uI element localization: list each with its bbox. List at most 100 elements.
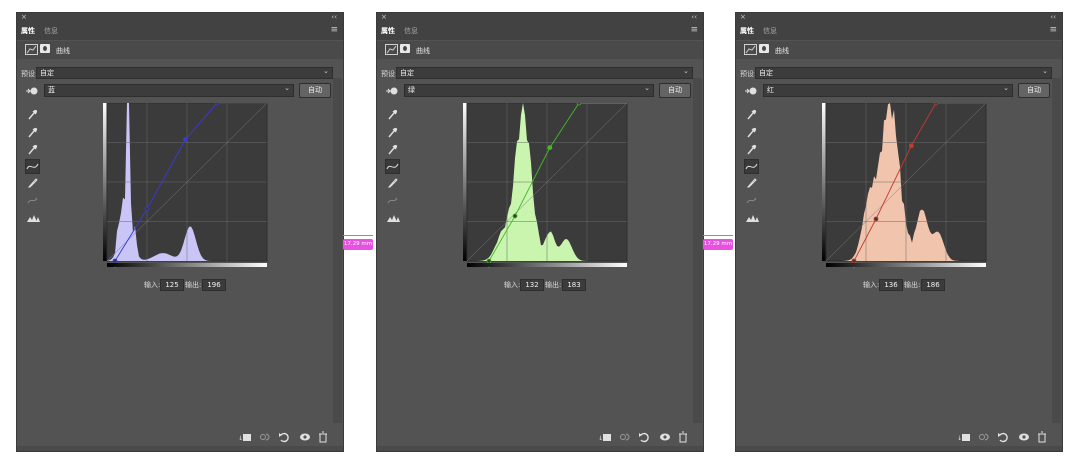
reset-adjustment-icon[interactable] [278,431,290,443]
panel-menu-icon[interactable]: ≡ [690,25,698,35]
clipping-warning-icon[interactable] [27,212,40,223]
panel-scrollbar[interactable] [333,78,342,423]
curves-adjustment-icon[interactable] [25,44,38,55]
auto-button[interactable]: 自动 [659,83,691,98]
close-panel-button[interactable]: × [21,13,27,21]
curves-adjustment-icon[interactable] [385,44,398,55]
clip-to-layer-icon[interactable]: ↓ [957,431,970,443]
tab-info[interactable]: 信息 [404,26,418,36]
targeted-adjustment-hand-icon[interactable] [26,86,38,96]
curves-adjustment-icon[interactable] [744,44,757,55]
gray-point-eyedropper-icon[interactable] [27,127,38,138]
close-panel-button[interactable]: × [740,13,746,21]
reset-adjustment-icon[interactable] [638,431,650,443]
curve-control-point[interactable] [183,137,188,142]
layer-mask-icon[interactable] [759,44,769,53]
curve-control-point[interactable] [144,206,150,212]
edit-points-curve-icon[interactable] [744,159,759,174]
view-previous-state-icon[interactable] [978,431,990,443]
pencil-draw-icon[interactable] [27,177,38,188]
tab-properties[interactable]: 属性 [381,26,395,36]
black-point-eyedropper-icon[interactable] [387,109,398,120]
preset-dropdown[interactable]: 自定 ⌄ [396,67,693,79]
clip-to-layer-icon[interactable]: ↓ [238,431,251,443]
output-value-field[interactable]: 186 [921,279,945,291]
curve-control-point[interactable] [908,143,914,149]
visibility-eye-icon[interactable] [299,431,311,443]
curve-control-point[interactable] [112,258,118,264]
channel-dropdown[interactable]: 蓝 ⌄ [44,84,294,97]
smooth-curve-icon[interactable] [387,195,398,206]
clipping-warning-icon[interactable] [746,212,759,223]
svg-text:↓: ↓ [957,435,962,442]
tab-properties[interactable]: 属性 [21,26,35,36]
black-point-eyedropper-icon[interactable] [27,109,38,120]
panel-scrollbar[interactable] [693,78,702,423]
auto-button[interactable]: 自动 [299,83,331,98]
clipping-warning-icon[interactable] [387,212,400,223]
view-previous-state-icon[interactable] [259,431,271,443]
targeted-adjustment-hand-icon[interactable] [745,86,757,96]
visibility-eye-icon[interactable] [1018,431,1030,443]
curve-control-point[interactable] [873,216,879,222]
output-label: 输出: [545,281,562,289]
close-panel-button[interactable]: × [381,13,387,21]
chevron-down-icon: ⌄ [1042,67,1048,75]
edit-points-curve-icon[interactable] [25,159,40,174]
smooth-curve-icon[interactable] [746,195,757,206]
curve-control-point[interactable] [214,103,220,106]
tab-info[interactable]: 信息 [44,26,58,36]
smooth-curve-icon[interactable] [27,195,38,206]
panel-menu-icon[interactable]: ≡ [330,25,338,35]
delete-trash-icon[interactable] [677,431,689,443]
layer-mask-icon[interactable] [40,44,50,53]
curve-control-point[interactable] [547,145,553,151]
tab-properties[interactable]: 属性 [740,26,754,36]
view-previous-state-icon[interactable] [619,431,631,443]
panel-menu-icon[interactable]: ≡ [1049,25,1057,35]
curve-control-point[interactable] [851,258,857,264]
black-point-eyedropper-icon[interactable] [746,109,757,120]
input-value-field[interactable]: 136 [879,279,903,291]
clip-to-layer-icon[interactable]: ↓ [598,431,611,443]
tab-info[interactable]: 信息 [763,26,777,36]
white-point-eyedropper-icon[interactable] [387,144,398,155]
visibility-eye-icon[interactable] [659,431,671,443]
channel-value: 绿 [408,86,415,94]
curve-control-point[interactable] [933,103,939,106]
targeted-adjustment-hand-icon[interactable] [386,86,398,96]
curves-graph[interactable] [463,103,629,268]
output-value-field[interactable]: 183 [562,279,586,291]
gray-point-eyedropper-icon[interactable] [746,127,757,138]
panel-bottom-edge [736,446,1062,451]
pencil-draw-icon[interactable] [746,177,757,188]
input-value-field[interactable]: 125 [160,279,184,291]
collapse-panel-button[interactable]: ‹‹ [331,13,337,21]
channel-dropdown[interactable]: 红 ⌄ [763,84,1013,97]
curve-control-point[interactable] [576,103,582,106]
preset-dropdown[interactable]: 自定 ⌄ [36,67,333,79]
curve-control-point[interactable] [512,213,518,219]
pencil-draw-icon[interactable] [387,177,398,188]
collapse-panel-button[interactable]: ‹‹ [1050,13,1056,21]
delete-trash-icon[interactable] [1036,431,1048,443]
curves-graph[interactable] [822,103,988,268]
panel-titlebar: × ‹‹ [17,13,343,23]
channel-dropdown[interactable]: 绿 ⌄ [404,84,654,97]
chevron-down-icon: ⌄ [284,84,290,92]
gray-point-eyedropper-icon[interactable] [387,127,398,138]
auto-button[interactable]: 自动 [1018,83,1050,98]
output-value-field[interactable]: 196 [202,279,226,291]
collapse-panel-button[interactable]: ‹‹ [691,13,697,21]
curve-control-point[interactable] [486,258,492,264]
preset-dropdown[interactable]: 自定 ⌄ [755,67,1052,79]
curves-graph[interactable] [103,103,269,268]
white-point-eyedropper-icon[interactable] [27,144,38,155]
reset-adjustment-icon[interactable] [997,431,1009,443]
panel-scrollbar[interactable] [1052,78,1061,423]
white-point-eyedropper-icon[interactable] [746,144,757,155]
edit-points-curve-icon[interactable] [385,159,400,174]
layer-mask-icon[interactable] [400,44,410,53]
delete-trash-icon[interactable] [317,431,329,443]
input-value-field[interactable]: 132 [520,279,544,291]
